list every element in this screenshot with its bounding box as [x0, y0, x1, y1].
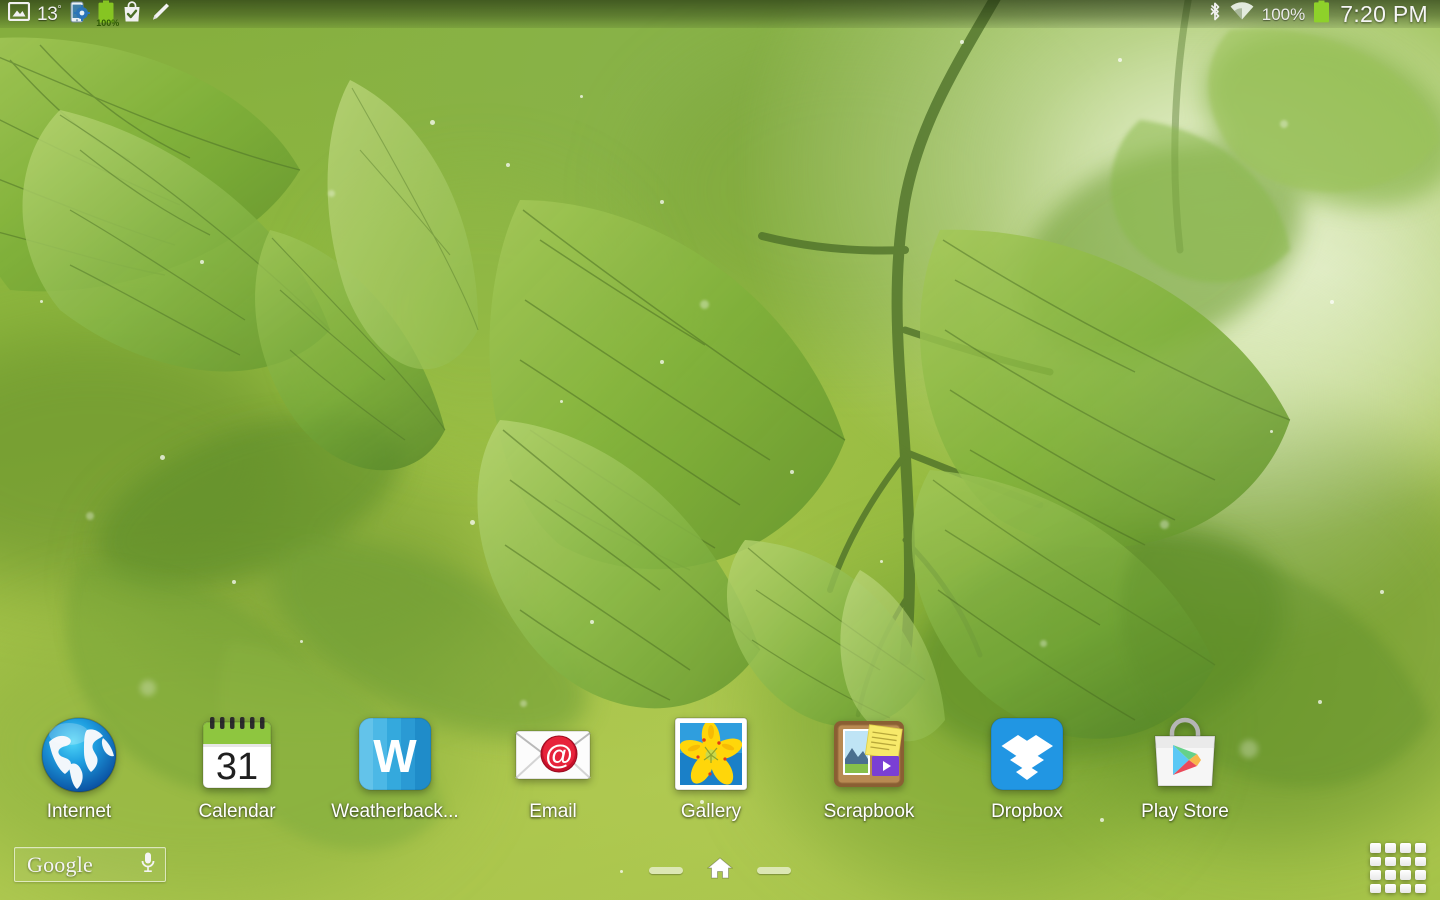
wifi-icon	[1230, 2, 1254, 26]
home-icon[interactable]	[706, 856, 734, 885]
dust-particle	[200, 260, 204, 264]
dropbox-icon	[985, 712, 1069, 796]
dust-particle	[506, 163, 510, 167]
battery-percent-badge: 100%	[96, 17, 120, 28]
pen-icon	[149, 1, 171, 28]
page-indicator	[0, 855, 1440, 885]
dust-particle	[960, 40, 964, 44]
app-label: Calendar	[198, 801, 276, 822]
dust-particle	[232, 580, 236, 584]
email-glyph: @	[545, 739, 572, 770]
page-dot-3[interactable]	[757, 866, 791, 874]
app-scrapbook[interactable]: Scrapbook	[790, 712, 948, 823]
apps-grid-cell	[1400, 843, 1411, 853]
temperature-indicator: 13°	[37, 3, 62, 25]
dust-particle	[40, 300, 43, 303]
internet-icon	[37, 712, 121, 796]
dust-particle	[160, 455, 165, 460]
clock: 7:20 PM	[1340, 0, 1428, 27]
app-label: Dropbox	[991, 801, 1063, 822]
app-label: Internet	[46, 801, 112, 822]
dust-particle	[86, 512, 94, 520]
dust-particle	[1330, 300, 1334, 304]
play-store-icon	[1143, 712, 1227, 796]
dust-particle	[1280, 120, 1288, 128]
dust-particle	[328, 190, 335, 197]
dust-particle	[1040, 640, 1047, 647]
device-settings-icon	[68, 1, 91, 28]
email-icon: @	[511, 712, 595, 796]
image-icon	[7, 1, 31, 26]
apps-grid-cell	[1415, 843, 1426, 853]
status-bar-right: 100% 7:20 PM	[1208, 0, 1432, 28]
app-shortcut-row: Internet 31 Calendar W Weatherback... @ …	[0, 712, 1440, 832]
page-dot-1[interactable]	[649, 866, 683, 874]
dust-particle	[660, 360, 664, 364]
weatherback-icon: W	[353, 712, 437, 796]
dust-particle	[560, 400, 563, 403]
app-dropbox[interactable]: Dropbox	[948, 712, 1106, 823]
app-internet[interactable]: Internet	[0, 712, 158, 823]
apps-grid-cell	[1370, 843, 1381, 853]
dust-particle	[520, 700, 527, 707]
gallery-icon	[669, 712, 753, 796]
dust-particle	[470, 520, 475, 525]
dust-particle	[300, 640, 303, 643]
status-bar-left: 13° 100%	[7, 0, 171, 29]
bluetooth-icon	[1208, 1, 1222, 27]
app-calendar[interactable]: 31 Calendar	[158, 712, 316, 823]
dust-particle	[660, 200, 664, 204]
app-label: Play Store	[1141, 801, 1229, 822]
dust-particle	[1118, 58, 1122, 62]
scrapbook-icon	[827, 712, 911, 796]
dust-particle	[1270, 430, 1273, 433]
calendar-day: 31	[216, 746, 258, 788]
dust-particle	[140, 680, 156, 696]
app-weatherback[interactable]: W Weatherback...	[316, 712, 474, 823]
battery-percent-text: 100%	[1261, 4, 1306, 24]
app-play-store[interactable]: Play Store	[1106, 712, 1264, 823]
battery-full-icon: 100%	[96, 0, 120, 29]
dust-particle	[590, 620, 594, 624]
dust-particle	[790, 470, 794, 474]
dust-particle	[580, 95, 583, 98]
app-gallery[interactable]: Gallery	[632, 712, 790, 823]
app-label: Gallery	[680, 801, 742, 822]
play-store-update-icon	[122, 0, 142, 28]
app-label: Weatherback...	[331, 801, 459, 822]
status-bar[interactable]: 13° 100% 100% 7:20 PM	[0, 0, 1440, 28]
battery-icon	[1313, 0, 1330, 28]
dust-particle	[430, 120, 435, 125]
dust-particle	[1380, 590, 1384, 594]
dust-particle	[880, 560, 883, 563]
dust-particle	[1160, 520, 1169, 529]
app-label: Email	[529, 801, 577, 822]
dust-particle	[700, 300, 709, 309]
calendar-icon: 31	[195, 712, 279, 796]
app-label: Scrapbook	[823, 801, 915, 822]
apps-grid-cell	[1385, 843, 1396, 853]
weatherback-glyph: W	[373, 730, 417, 782]
app-email[interactable]: @ Email	[474, 712, 632, 823]
dust-particle	[1318, 700, 1322, 704]
